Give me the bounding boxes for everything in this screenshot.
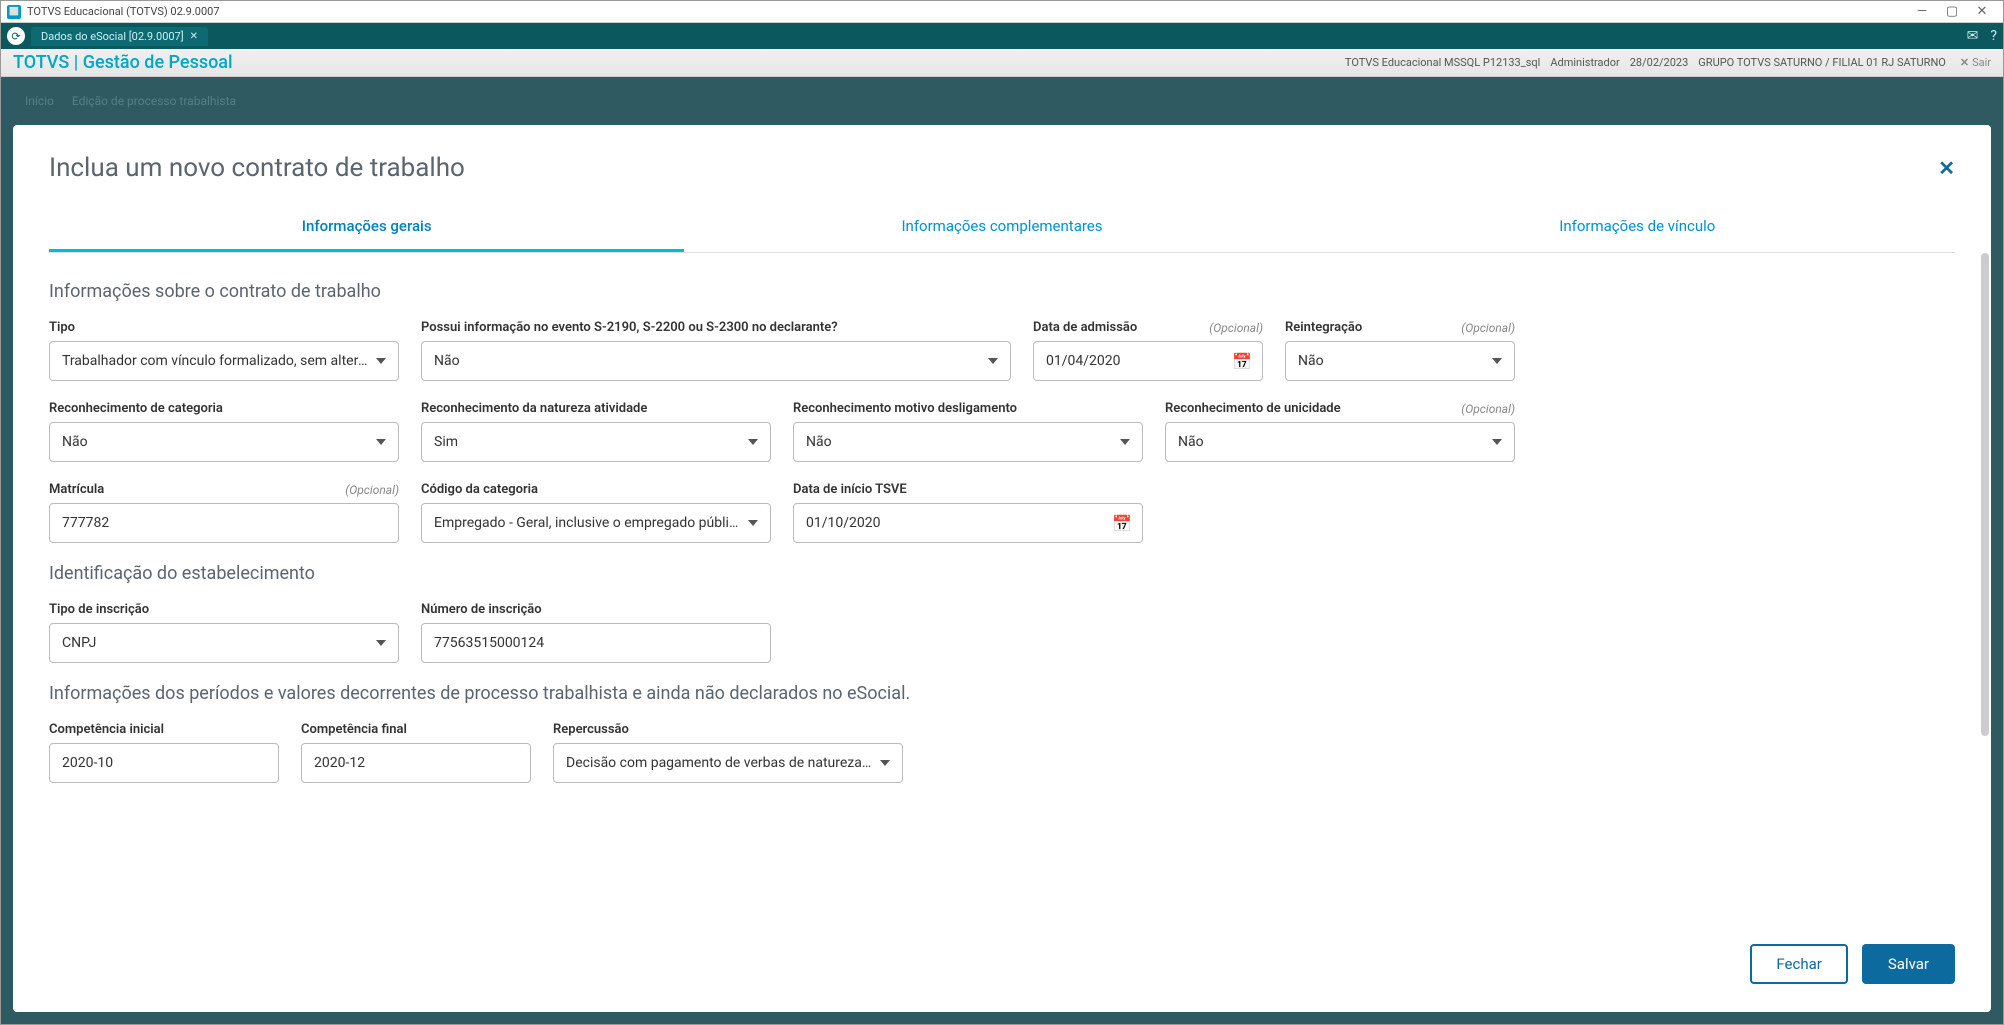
- main-panel: Inclua um novo contrato de trabalho ✕ In…: [13, 125, 1991, 1012]
- label-num-inscricao: Número de inscrição: [421, 602, 771, 617]
- home-icon[interactable]: ⟳: [7, 27, 25, 45]
- label-data-admissao: Data de admissão(Opcional): [1033, 320, 1263, 335]
- label-repercussao: Repercussão: [553, 722, 903, 737]
- page-title: Inclua um novo contrato de trabalho: [49, 153, 1938, 183]
- date-data-tsve[interactable]: 01/10/2020📅: [793, 503, 1143, 543]
- window-title: TOTVS Educacional (TOTVS) 02.9.0007: [27, 5, 220, 18]
- label-tipo-inscricao: Tipo de inscrição: [49, 602, 399, 617]
- select-possui-info[interactable]: Não: [421, 341, 1011, 381]
- close-icon[interactable]: ✕: [190, 31, 198, 42]
- company-label: GRUPO TOTVS SATURNO / FILIAL 01 RJ SATUR…: [1698, 56, 1946, 69]
- fechar-button[interactable]: Fechar: [1750, 944, 1847, 984]
- select-tipo-inscricao[interactable]: CNPJ: [49, 623, 399, 663]
- select-rec-categoria[interactable]: Não: [49, 422, 399, 462]
- tab-informacoes-gerais[interactable]: Informações gerais: [49, 203, 684, 252]
- exit-button[interactable]: ✕Sair: [1960, 56, 1991, 69]
- brand-title: TOTVS | Gestão de Pessoal: [13, 52, 233, 73]
- document-tabstrip: ⟳ Dados do eSocial [02.9.0007] ✕ ✉ ?: [1, 23, 2003, 49]
- label-rec-categoria: Reconhecimento de categoria: [49, 401, 399, 416]
- label-rec-motivo: Reconhecimento motivo desligamento: [793, 401, 1143, 416]
- form-tabs: Informações gerais Informações complemen…: [49, 203, 1955, 253]
- breadcrumb-bar: Início Edição de processo trabalhista: [1, 77, 2003, 125]
- tab-informacoes-vinculo[interactable]: Informações de vínculo: [1320, 203, 1955, 252]
- panel-close-button[interactable]: ✕: [1938, 156, 1955, 180]
- label-tipo: Tipo: [49, 320, 399, 335]
- label-rec-natureza: Reconhecimento da natureza atividade: [421, 401, 771, 416]
- window-maximize-button[interactable]: ▢: [1937, 4, 1967, 19]
- select-repercussao[interactable]: Decisão com pagamento de verbas de natur…: [553, 743, 903, 783]
- app-header: TOTVS | Gestão de Pessoal TOTVS Educacio…: [1, 49, 2003, 77]
- form-scroll-area[interactable]: Informações sobre o contrato de trabalho…: [13, 253, 1991, 924]
- select-cod-categoria[interactable]: Empregado - Geral, inclusive o empregado…: [421, 503, 771, 543]
- user-label: Administrador: [1550, 56, 1619, 69]
- mail-icon[interactable]: ✉: [1967, 28, 1979, 44]
- window-minimize-button[interactable]: —: [1907, 4, 1937, 19]
- date-data-admissao[interactable]: 01/04/2020📅: [1033, 341, 1263, 381]
- select-reintegracao[interactable]: Não: [1285, 341, 1515, 381]
- panel-footer: Fechar Salvar: [13, 924, 1991, 984]
- label-comp-final: Competência final: [301, 722, 531, 737]
- input-matricula[interactable]: [49, 503, 399, 543]
- input-comp-inicial[interactable]: [49, 743, 279, 783]
- document-tab-label: Dados do eSocial [02.9.0007]: [41, 30, 184, 43]
- input-comp-final[interactable]: [301, 743, 531, 783]
- scrollbar-thumb[interactable]: [1981, 253, 1989, 736]
- label-comp-inicial: Competência inicial: [49, 722, 279, 737]
- breadcrumb-home[interactable]: Início: [25, 94, 54, 108]
- app-icon: [7, 5, 21, 19]
- select-rec-motivo[interactable]: Não: [793, 422, 1143, 462]
- section-estabelecimento-title: Identificação do estabelecimento: [49, 563, 1955, 584]
- calendar-icon[interactable]: 📅: [1232, 352, 1252, 371]
- tab-informacoes-complementares[interactable]: Informações complementares: [684, 203, 1319, 252]
- section-periodos-title: Informações dos períodos e valores decor…: [49, 683, 1955, 704]
- label-reintegracao: Reintegração(Opcional): [1285, 320, 1515, 335]
- breadcrumb-current: Edição de processo trabalhista: [72, 94, 236, 108]
- select-rec-unicidade[interactable]: Não: [1165, 422, 1515, 462]
- label-data-tsve: Data de início TSVE: [793, 482, 1143, 497]
- window-titlebar: TOTVS Educacional (TOTVS) 02.9.0007 — ▢ …: [1, 1, 2003, 23]
- calendar-icon[interactable]: 📅: [1112, 514, 1132, 533]
- scrollbar[interactable]: [1981, 253, 1989, 924]
- select-tipo[interactable]: Trabalhador com vínculo formalizado, sem…: [49, 341, 399, 381]
- env-label: TOTVS Educacional MSSQL P12133_sql: [1345, 56, 1540, 69]
- input-num-inscricao[interactable]: [421, 623, 771, 663]
- window-close-button[interactable]: ✕: [1967, 4, 1997, 19]
- document-tab-esocial[interactable]: Dados do eSocial [02.9.0007] ✕: [31, 27, 208, 46]
- label-cod-categoria: Código da categoria: [421, 482, 771, 497]
- help-icon[interactable]: ?: [1990, 28, 1997, 44]
- select-rec-natureza[interactable]: Sim: [421, 422, 771, 462]
- salvar-button[interactable]: Salvar: [1862, 944, 1955, 984]
- label-matricula: Matrícula(Opcional): [49, 482, 399, 497]
- label-possui-info: Possui informação no evento S-2190, S-22…: [421, 320, 1011, 335]
- section-contrato-title: Informações sobre o contrato de trabalho: [49, 281, 1955, 302]
- label-rec-unicidade: Reconhecimento de unicidade(Opcional): [1165, 401, 1515, 416]
- date-label: 28/02/2023: [1630, 56, 1689, 69]
